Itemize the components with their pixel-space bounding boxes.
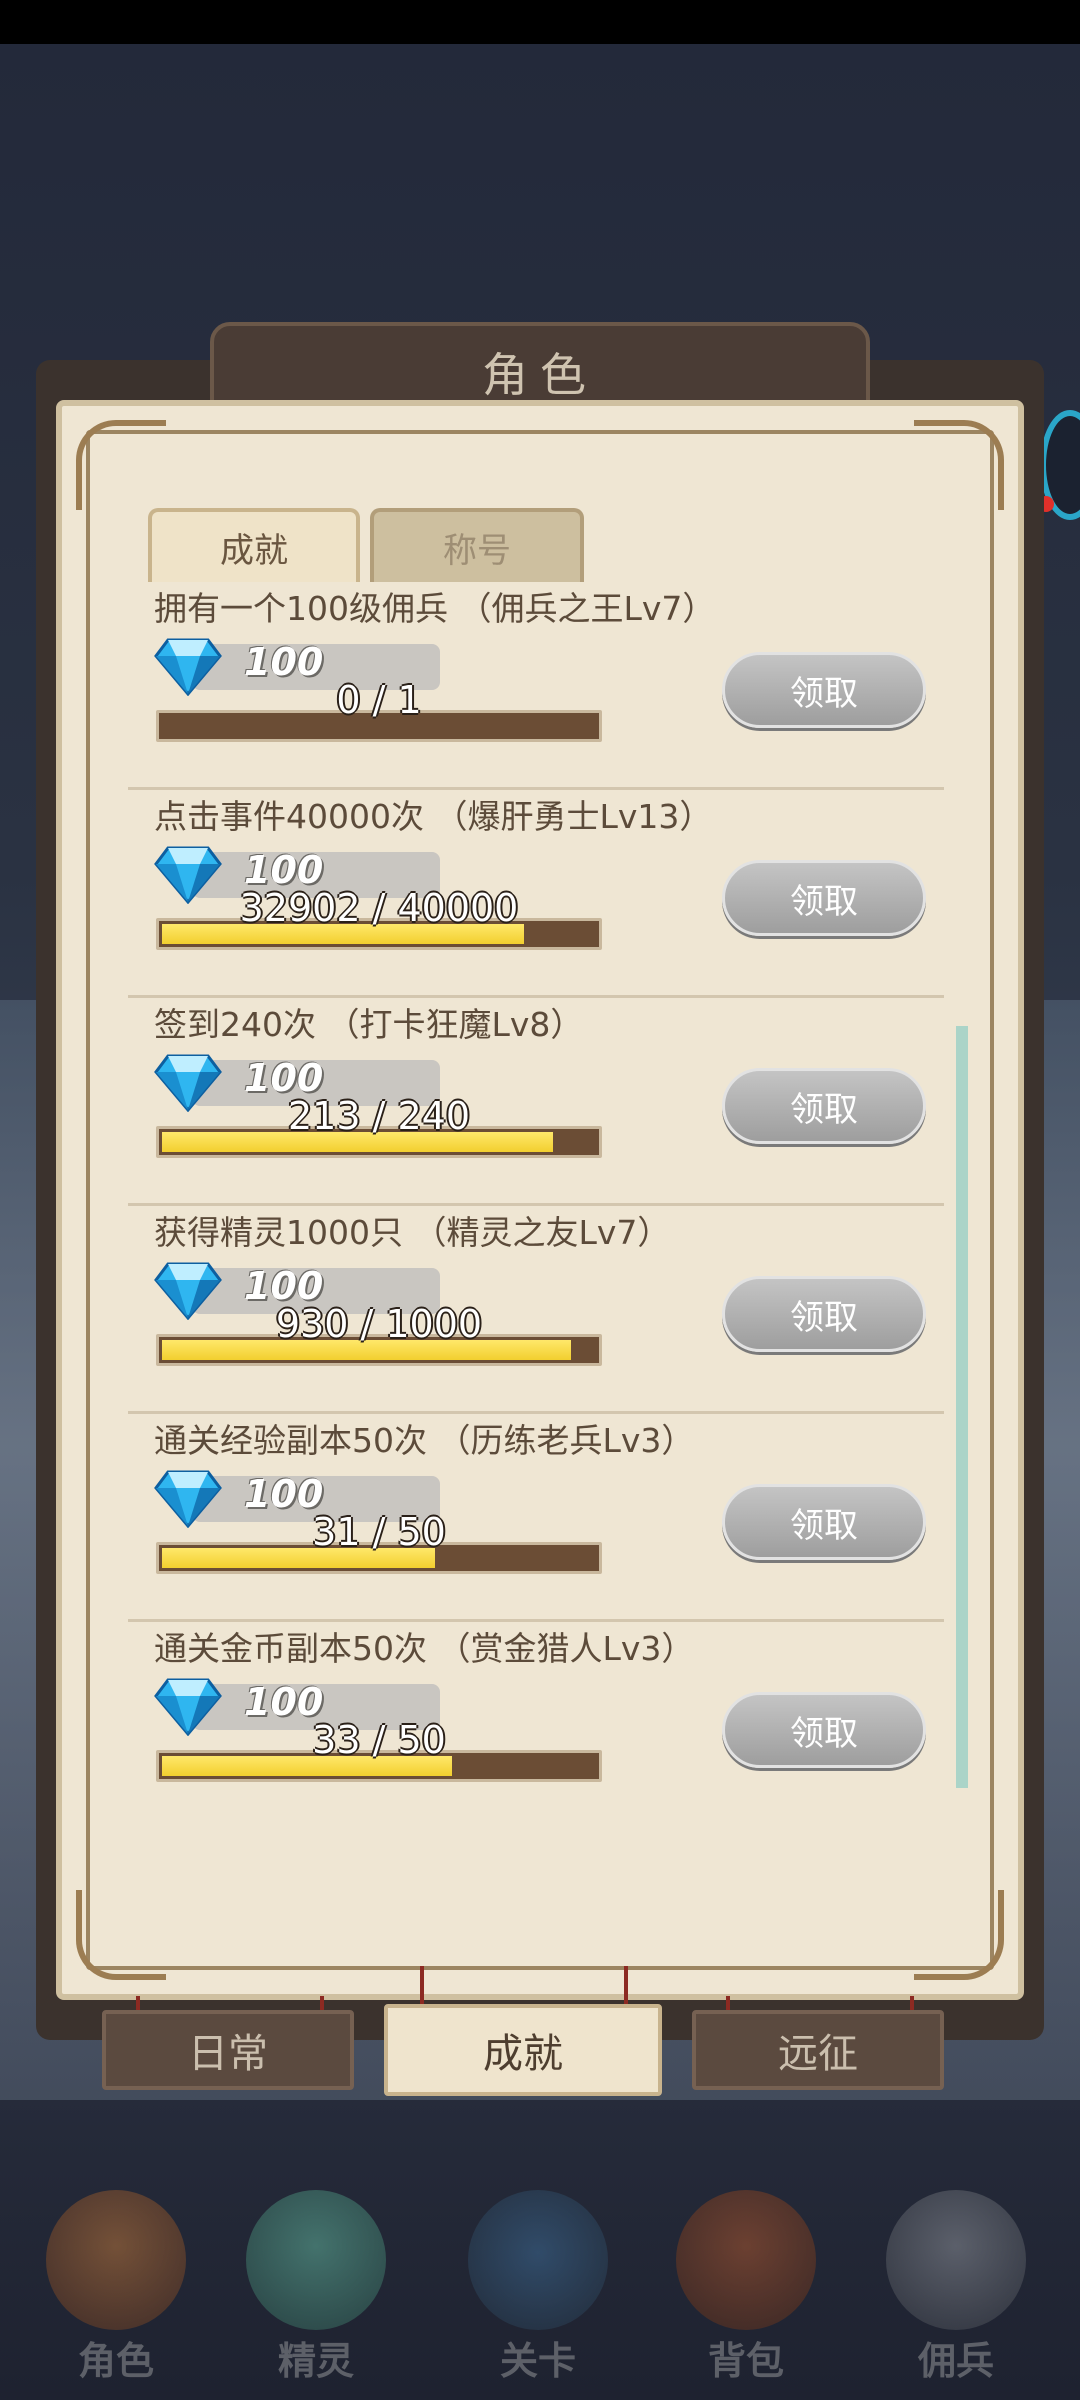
achievement-title: 通关经验副本50次 （历练老兵Lv3）	[154, 1421, 695, 1460]
claim-button[interactable]: 领取	[722, 1068, 926, 1144]
achievement-title: 签到240次 （打卡狂魔Lv8）	[154, 1005, 584, 1044]
menu-hero[interactable]: 角色	[26, 2190, 206, 2383]
corner-ornament	[76, 420, 166, 510]
menu-mercenary[interactable]: 佣兵	[866, 2190, 1046, 2383]
menu-label: 关卡	[499, 2339, 576, 2383]
claim-button[interactable]: 领取	[722, 652, 926, 728]
achievement-row: 签到240次 （打卡狂魔Lv8） 100 213 / 240 领取	[128, 998, 944, 1206]
backpack-icon	[676, 2190, 816, 2330]
progress-text: 31 / 50	[312, 1510, 446, 1554]
spirit-icon	[246, 2190, 386, 2330]
progress-text: 930 / 1000	[275, 1302, 483, 1346]
menu-label: 背包	[707, 2339, 784, 2383]
corner-ornament	[914, 420, 1004, 510]
stage-icon	[468, 2190, 608, 2330]
achievement-row: 拥有一个100级佣兵 （佣兵之王Lv7） 100 0 / 1 领取	[128, 582, 944, 790]
claim-button[interactable]: 领取	[722, 1276, 926, 1352]
corner-ornament	[914, 1890, 1004, 1980]
claim-button[interactable]: 领取	[722, 1692, 926, 1768]
menu-label: 佣兵	[917, 2339, 994, 2383]
menu-label: 精灵	[277, 2339, 354, 2383]
menu-backpack[interactable]: 背包	[656, 2190, 836, 2383]
scrollbar[interactable]	[956, 1026, 968, 1788]
tab-achievements[interactable]: 成就	[148, 508, 360, 582]
status-bar	[0, 0, 1080, 44]
achievement-row: 获得精灵1000只 （精灵之友Lv7） 100 930 / 1000 领取	[128, 1206, 944, 1414]
achievement-title: 获得精灵1000只 （精灵之友Lv7）	[154, 1213, 671, 1252]
tab-daily[interactable]: 日常	[102, 2010, 354, 2090]
tab-achievement[interactable]: 成就	[384, 2004, 662, 2096]
progress-text: 32902 / 40000	[239, 886, 519, 930]
mercenary-icon	[886, 2190, 1026, 2330]
achievement-list[interactable]: 拥有一个100级佣兵 （佣兵之王Lv7） 100 0 / 1 领取 点击事件40000次…	[128, 582, 944, 1782]
menu-stage[interactable]: 关卡	[448, 2190, 628, 2383]
menu-spirit[interactable]: 精灵	[226, 2190, 406, 2383]
corner-ornament	[76, 1890, 166, 1980]
tab-titles[interactable]: 称号	[370, 508, 584, 582]
progress-text: 213 / 240	[287, 1094, 471, 1138]
claim-button[interactable]: 领取	[722, 860, 926, 936]
achievement-row: 通关金币副本50次 （赏金猎人Lv3） 100 33 / 50 领取	[128, 1622, 944, 1782]
tab-rope	[624, 1966, 628, 2006]
claim-button[interactable]: 领取	[722, 1484, 926, 1560]
hero-icon	[46, 2190, 186, 2330]
progress-text: 0 / 1	[336, 678, 422, 722]
achievement-title: 拥有一个100级佣兵 （佣兵之王Lv7）	[154, 589, 716, 628]
achievement-row: 通关经验副本50次 （历练老兵Lv3） 100 31 / 50 领取	[128, 1414, 944, 1622]
progress-text: 33 / 50	[312, 1718, 446, 1762]
achievement-title: 点击事件40000次 （爆肝勇士Lv13）	[154, 797, 713, 836]
tab-expedition[interactable]: 远征	[692, 2010, 944, 2090]
tab-rope	[420, 1966, 424, 2006]
achievement-title: 通关金币副本50次 （赏金猎人Lv3）	[154, 1629, 695, 1668]
achievement-row: 点击事件40000次 （爆肝勇士Lv13） 100 32902 / 40000 领取	[128, 790, 944, 998]
menu-label: 角色	[77, 2339, 154, 2383]
